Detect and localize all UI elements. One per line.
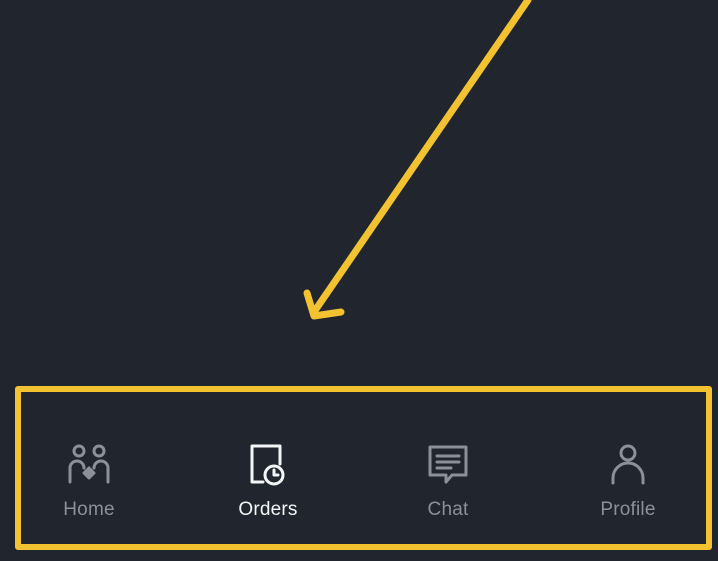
- tab-home[interactable]: Home: [19, 440, 159, 530]
- tab-profile[interactable]: Profile: [558, 440, 698, 530]
- bottom-tab-bar: Home Orders Chat Profile: [0, 440, 718, 530]
- tab-home-label: Home: [63, 499, 115, 520]
- chat-bubble-icon: [424, 440, 472, 490]
- tab-chat[interactable]: Chat: [378, 440, 518, 530]
- tab-chat-label: Chat: [427, 499, 469, 520]
- tab-orders[interactable]: Orders: [198, 440, 338, 530]
- annotation-arrow-head: [303, 289, 345, 320]
- person-icon: [604, 440, 652, 490]
- two-people-diamond-icon: [65, 440, 113, 490]
- tab-profile-label: Profile: [600, 499, 656, 520]
- app-screen: Home Orders Chat Profile: [0, 0, 718, 561]
- annotation-arrow-shaft: [310, 0, 532, 316]
- tab-orders-label: Orders: [238, 499, 298, 520]
- document-clock-icon: [244, 440, 292, 490]
